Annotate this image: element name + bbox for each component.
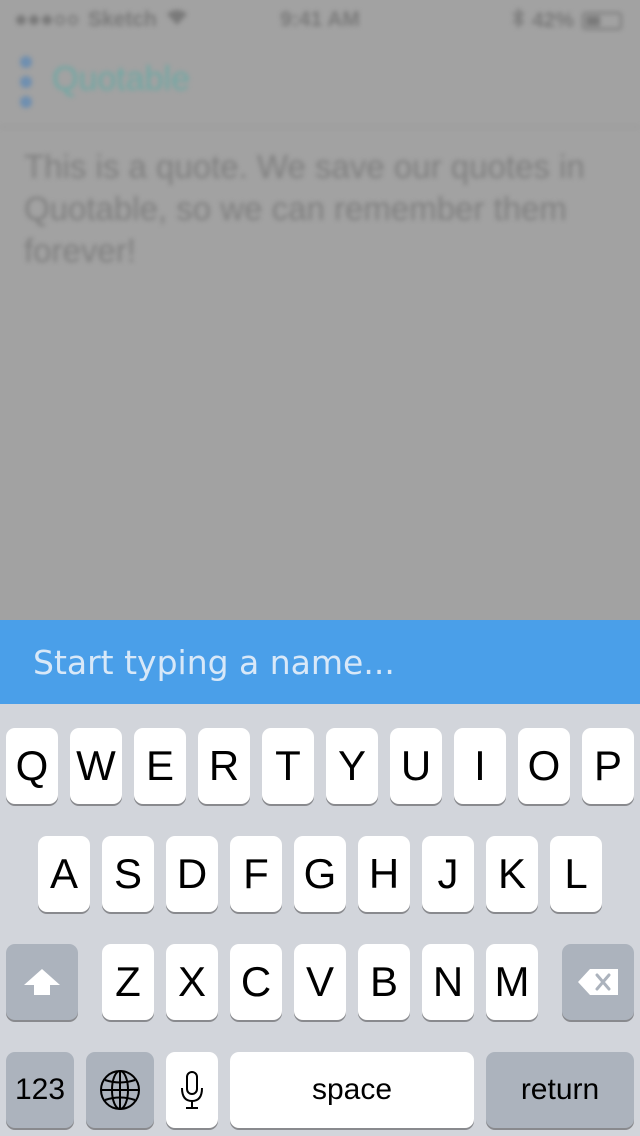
menu-icon[interactable] (20, 56, 34, 108)
key-y[interactable]: Y (326, 728, 378, 804)
nav-bar: Quotable (0, 40, 640, 128)
backspace-icon (578, 969, 618, 995)
key-t[interactable]: T (262, 728, 314, 804)
key-a[interactable]: A (38, 836, 90, 912)
key-w[interactable]: W (70, 728, 122, 804)
key-n[interactable]: N (422, 944, 474, 1020)
quote-text: This is a quote. We save our quotes in Q… (24, 148, 585, 269)
bluetooth-icon (512, 7, 525, 34)
delete-key[interactable] (562, 944, 634, 1020)
shift-key[interactable] (6, 944, 78, 1020)
space-key[interactable]: space (230, 1052, 474, 1128)
status-right: 42% (512, 7, 622, 34)
key-g[interactable]: G (294, 836, 346, 912)
key-j[interactable]: J (422, 836, 474, 912)
key-o[interactable]: O (518, 728, 570, 804)
key-l[interactable]: L (550, 836, 602, 912)
key-v[interactable]: V (294, 944, 346, 1020)
name-search-input[interactable] (0, 620, 640, 704)
key-f[interactable]: F (230, 836, 282, 912)
key-q[interactable]: Q (6, 728, 58, 804)
key-b[interactable]: B (358, 944, 410, 1020)
key-c[interactable]: C (230, 944, 282, 1020)
status-bar: Sketch 9:41 AM 42% (0, 0, 640, 40)
key-m[interactable]: M (486, 944, 538, 1020)
key-z[interactable]: Z (102, 944, 154, 1020)
key-i[interactable]: I (454, 728, 506, 804)
return-key[interactable]: return (486, 1052, 634, 1128)
key-k[interactable]: K (486, 836, 538, 912)
key-h[interactable]: H (358, 836, 410, 912)
shift-arrow-icon (24, 969, 60, 995)
key-e[interactable]: E (134, 728, 186, 804)
globe-key[interactable] (86, 1052, 154, 1128)
dictation-key[interactable] (166, 1052, 218, 1128)
battery-icon (582, 12, 622, 30)
microphone-icon (181, 1071, 203, 1109)
keyboard: Q W E R T Y U I O P A S D F G H J K L Z … (0, 704, 640, 1136)
key-s[interactable]: S (102, 836, 154, 912)
globe-icon (100, 1070, 140, 1110)
name-input-bar (0, 620, 640, 704)
key-u[interactable]: U (390, 728, 442, 804)
background-app: Sketch 9:41 AM 42% Quotable This is a qu… (0, 0, 640, 620)
key-d[interactable]: D (166, 836, 218, 912)
app-title: Quotable (52, 60, 190, 98)
key-r[interactable]: R (198, 728, 250, 804)
numbers-key[interactable]: 123 (6, 1052, 74, 1128)
key-x[interactable]: X (166, 944, 218, 1020)
battery-percent: 42% (531, 9, 574, 32)
key-p[interactable]: P (582, 728, 634, 804)
